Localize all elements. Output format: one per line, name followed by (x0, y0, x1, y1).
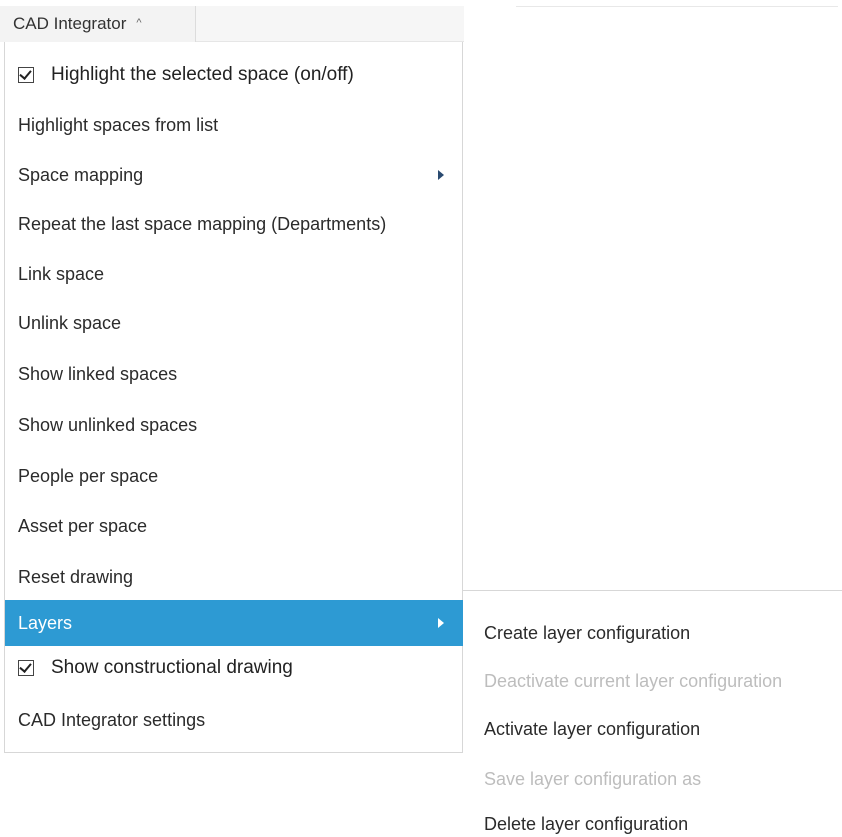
menu-item-label: Reset drawing (18, 566, 134, 587)
menu-item-label: Show constructional drawing (51, 657, 293, 678)
menu-item-label: Link space (18, 263, 105, 284)
menu-item-highlight-spaces-from-list[interactable]: Highlight spaces from list (5, 100, 464, 150)
submenu-item-delete-layer-configuration[interactable]: Delete layer configuration (463, 800, 842, 837)
checkbox-checked-icon[interactable] (18, 660, 34, 676)
cad-integrator-screen: CAD Integrator ^ Highlight the selected … (0, 0, 842, 837)
submenu-item-label: Deactivate current layer configuration (484, 670, 783, 691)
menu-item-label: Repeat the last space mapping (Departmen… (18, 213, 387, 234)
menu-item-layers[interactable]: Layers (5, 600, 464, 646)
submenu-item-activate-layer-configuration[interactable]: Activate layer configuration (463, 705, 842, 753)
menu-item-label: Asset per space (18, 515, 148, 536)
menu-item-space-mapping[interactable]: Space mapping (5, 150, 464, 200)
menu-item-highlight-selected-space[interactable]: Highlight the selected space (on/off) (5, 50, 464, 100)
layers-submenu: Create layer configuration Deactivate cu… (463, 590, 842, 837)
menu-item-label: Highlight the selected space (on/off) (51, 64, 354, 85)
menu-item-unlink-space[interactable]: Unlink space (5, 298, 464, 348)
menu-item-label: Space mapping (18, 164, 144, 185)
menu-item-label: Highlight spaces from list (18, 114, 219, 135)
menu-item-label: People per space (18, 465, 159, 486)
menu-item-link-space[interactable]: Link space (5, 249, 464, 299)
menu-item-label: CAD Integrator settings (18, 709, 206, 730)
menu-item-label: Layers (18, 612, 73, 633)
submenu-item-label: Save layer configuration as (484, 768, 702, 789)
cad-integrator-dropdown-menu: Highlight the selected space (on/off) Hi… (4, 42, 464, 753)
menu-item-people-per-space[interactable]: People per space (5, 451, 464, 501)
submenu-item-save-layer-configuration-as: Save layer configuration as (463, 755, 842, 803)
menu-item-cad-integrator-settings[interactable]: CAD Integrator settings (5, 695, 464, 745)
toolbar-strip (196, 6, 464, 42)
menu-item-repeat-last-space-mapping[interactable]: Repeat the last space mapping (Departmen… (5, 199, 464, 249)
cad-integrator-label: CAD Integrator (13, 14, 127, 33)
menu-item-show-linked-spaces[interactable]: Show linked spaces (5, 349, 464, 399)
checkbox-checked-icon[interactable] (18, 67, 34, 83)
caret-right-icon (438, 170, 444, 180)
submenu-item-label: Delete layer configuration (484, 813, 689, 834)
submenu-item-create-layer-configuration[interactable]: Create layer configuration (463, 609, 842, 657)
menu-item-reset-drawing[interactable]: Reset drawing (5, 552, 464, 602)
submenu-item-deactivate-current-layer-configuration: Deactivate current layer configuration (463, 657, 842, 705)
submenu-item-label: Create layer configuration (484, 622, 691, 643)
menu-item-label: Show linked spaces (18, 363, 178, 384)
menu-item-label: Show unlinked spaces (18, 414, 198, 435)
menu-item-label: Unlink space (18, 312, 122, 333)
cad-integrator-menu-button[interactable]: CAD Integrator ^ (0, 6, 196, 42)
toolbar-divider (516, 6, 838, 7)
menu-item-asset-per-space[interactable]: Asset per space (5, 501, 464, 551)
menu-item-show-constructional-drawing[interactable]: Show constructional drawing (5, 645, 464, 691)
caret-right-icon (438, 618, 444, 628)
menu-item-show-unlinked-spaces[interactable]: Show unlinked spaces (5, 400, 464, 450)
submenu-item-label: Activate layer configuration (484, 718, 701, 739)
chevron-up-icon: ^ (136, 17, 142, 29)
